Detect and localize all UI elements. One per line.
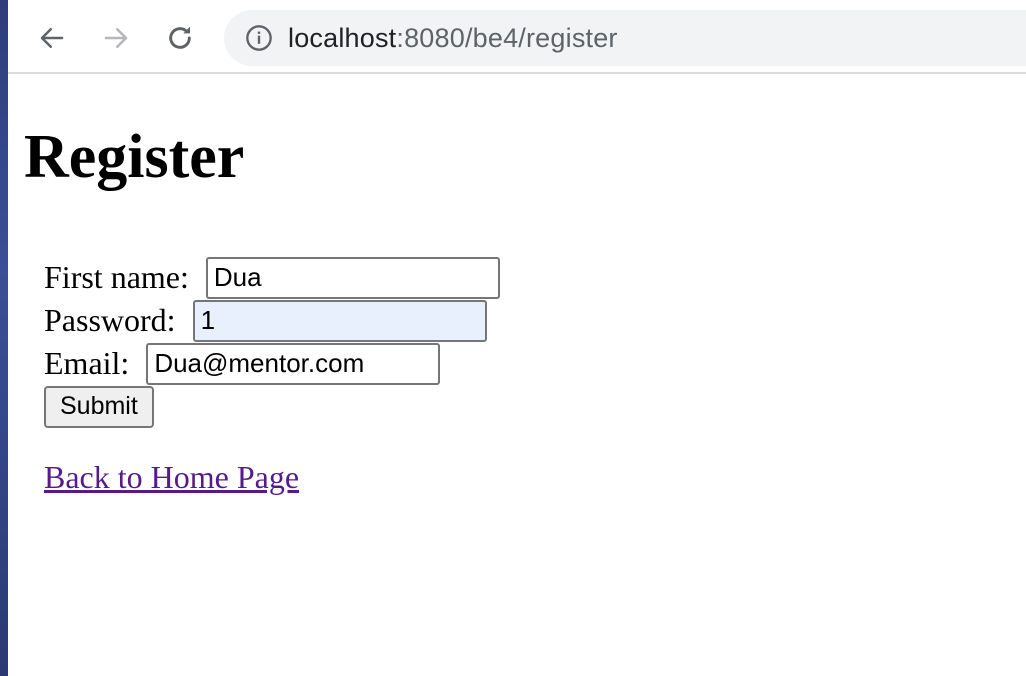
submit-row: Submit — [44, 385, 500, 428]
password-label: Password: — [44, 302, 184, 338]
email-row: Email: — [44, 342, 500, 385]
address-bar[interactable]: localhost:8080/be4/register — [224, 10, 1026, 66]
url-path: :8080/be4/register — [396, 22, 618, 53]
url-text[interactable]: localhost:8080/be4/register — [288, 23, 618, 54]
password-row: Password: — [44, 299, 500, 342]
arrow-right-icon — [104, 28, 128, 48]
arrow-left-icon — [40, 28, 64, 48]
forward-button[interactable] — [96, 18, 136, 58]
register-form: First name: Password: Email: Submit — [44, 256, 500, 428]
email-label: Email: — [44, 345, 138, 381]
browser-window: localhost:8080/be4/register Register Fir… — [8, 0, 1026, 676]
browser-toolbar: localhost:8080/be4/register — [8, 0, 1026, 74]
back-button[interactable] — [32, 18, 72, 58]
email-input[interactable] — [146, 342, 441, 385]
back-to-home-link[interactable]: Back to Home Page — [44, 459, 299, 496]
first-name-row: First name: — [44, 256, 500, 299]
first-name-label: First name: — [44, 259, 197, 295]
submit-button[interactable]: Submit — [44, 385, 154, 428]
page-title: Register — [24, 123, 245, 191]
desktop-background — [0, 0, 8, 676]
info-icon[interactable] — [244, 23, 274, 53]
reload-icon — [169, 26, 191, 49]
reload-button[interactable] — [160, 18, 200, 58]
url-host: localhost — [288, 22, 397, 53]
password-input[interactable] — [192, 299, 487, 342]
first-name-input[interactable] — [205, 256, 500, 299]
